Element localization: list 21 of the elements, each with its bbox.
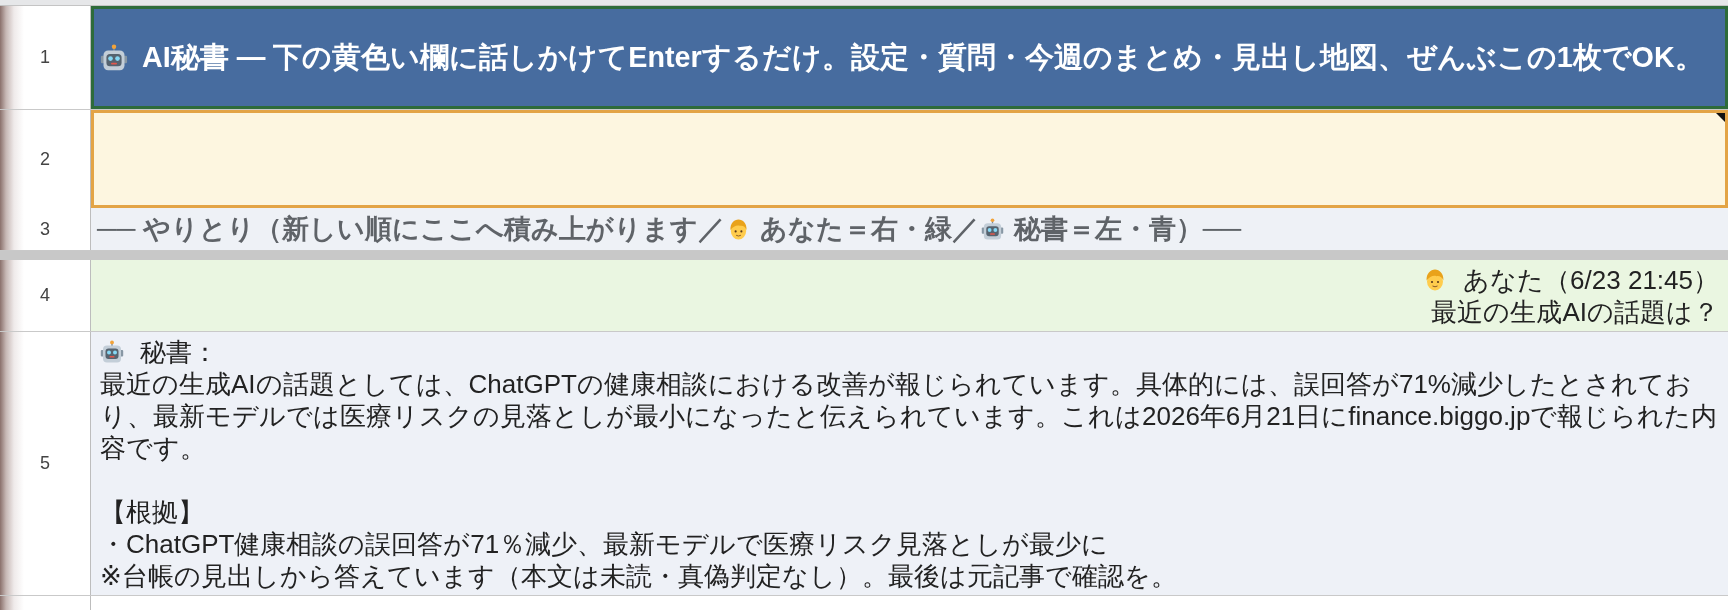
row-header[interactable] [0,596,91,610]
row-header[interactable]: 3 [0,208,91,250]
robot-icon [980,217,1004,241]
message-text: ・ChatGPT健康相談の誤回答が71％減少、最新モデルで医療リスク見落としが最少に [100,528,1109,560]
row-header[interactable]: 5 [0,332,91,595]
legend-text: あなた＝右・緑／ [759,213,979,246]
message-text: 最近の生成AIの話題としては、ChatGPTの健康相談における改善が報じられています。具体的には、誤回答が71%減少したとされており、最新モデルでは医療リスクの見落としが最小になったと伝えられています。これは2026年6月21日にfinance.biggo.jpで報じられた内容です。 [100,368,1719,464]
robot-icon [100,340,124,364]
message-text: 【根拠】 [100,496,204,528]
legend-text: ── やりとり（新しい順にここへ積み上がります／ [97,213,725,246]
message-text: 最近の生成AIの話題は？ [1431,296,1719,328]
speaker-label: 秘書： [140,336,218,368]
input-field[interactable] [91,110,1728,208]
row-header[interactable]: 2 [0,110,91,208]
speaker-label: あなた（6/23 21:45） [1463,264,1719,296]
legend-text: 秘書＝左・青）── [1013,213,1242,246]
row-header[interactable]: 4 [0,260,91,331]
robot-icon [100,43,128,72]
banner-title: AI秘書 — 下の黄色い欄に話しかけてEnterするだけ。設定・質問・今週のまとめ・見出し地図、ぜんぶこの1枚でOK。 [142,39,1704,75]
row-header[interactable]: 1 [0,6,91,109]
message-text: ※台帳の見出しから答えています（本文は未読・真偽判定なし）。最後は元記事で確認を。 [100,560,1177,592]
